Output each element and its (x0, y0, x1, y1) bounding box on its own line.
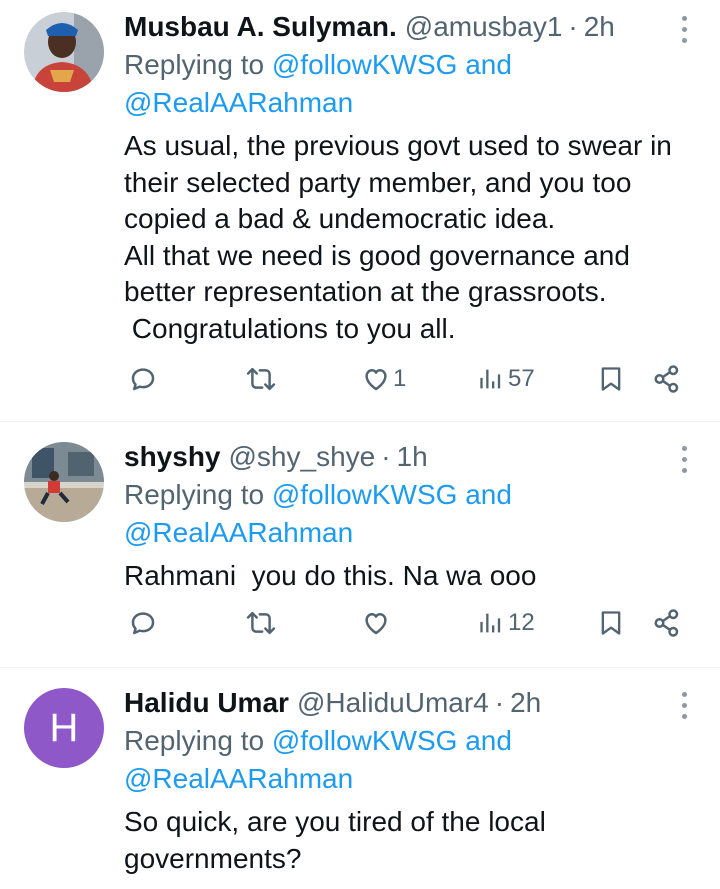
tweet-header: Halidu Umar @HaliduUmar4 · 2h (124, 686, 706, 720)
retweet-button[interactable] (245, 608, 277, 638)
mention-followkwsg[interactable]: @followKWSG (272, 479, 458, 510)
more-options-icon[interactable] (680, 692, 688, 722)
tweet-text: As usual, the previous govt used to swea… (124, 130, 672, 344)
like-button[interactable] (361, 608, 391, 638)
mention-followkwsg[interactable]: @followKWSG (272, 49, 458, 80)
mention-and[interactable]: and (465, 479, 512, 510)
mention-and[interactable]: and (465, 725, 512, 756)
tweet-1[interactable]: Musbau A. Sulyman. @amusbay1 · 2h Replyi… (0, 0, 720, 422)
bookmark-icon (601, 367, 621, 391)
author-handle[interactable]: @shy_shye (229, 440, 376, 474)
like-count: 1 (393, 365, 407, 392)
tweet-2[interactable]: shyshy @shy_shye · 1h Replying to @follo… (0, 422, 720, 668)
timestamp[interactable]: 2h (584, 10, 615, 44)
reply-button[interactable] (128, 608, 158, 638)
replying-to: Replying to @followKWSG and @RealAARahma… (124, 46, 706, 122)
mention-and[interactable]: and (465, 49, 512, 80)
tweet-header: shyshy @shy_shye · 1h (124, 440, 706, 474)
separator-dot: · (568, 11, 578, 42)
heart-icon (365, 613, 387, 635)
reply-icon (131, 612, 155, 635)
separator-dot: · (494, 687, 505, 718)
views-count: 12 (508, 609, 535, 636)
tweet-3[interactable]: H Halidu Umar @HaliduUmar4 · 2h Replying… (0, 668, 720, 889)
share-icon (654, 365, 679, 393)
action-bar: 1 57 (0, 364, 720, 404)
author-handle[interactable]: @HaliduUmar4 (297, 686, 489, 720)
retweet-icon (246, 367, 276, 391)
author-handle[interactable]: @amusbay1 (405, 10, 563, 44)
replying-prefix: Replying to (124, 479, 265, 510)
avatar-halidu[interactable]: H (24, 688, 104, 768)
share-button[interactable] (652, 364, 682, 394)
views-button[interactable]: 12 (478, 608, 535, 638)
bookmark-button[interactable] (597, 364, 625, 394)
replying-prefix: Replying to (124, 49, 265, 80)
share-icon (654, 609, 679, 637)
reply-button[interactable] (128, 364, 158, 394)
tweet-text: Rahmani you do this. Na wa ooo (124, 560, 537, 591)
mention-realaarahman[interactable]: @RealAARahman (124, 87, 353, 118)
replying-prefix: Replying to (124, 725, 265, 756)
views-count: 57 (508, 365, 535, 392)
replying-to: Replying to @followKWSG and @RealAARahma… (124, 722, 706, 798)
mention-followkwsg[interactable]: @followKWSG (272, 725, 458, 756)
timestamp[interactable]: 2h (510, 686, 541, 720)
author-name[interactable]: shyshy (124, 440, 221, 474)
avatar-letter: H (49, 705, 79, 750)
bookmark-icon (601, 611, 621, 635)
timestamp[interactable]: 1h (397, 440, 428, 474)
mention-realaarahman[interactable]: @RealAARahman (124, 517, 353, 548)
replying-to: Replying to @followKWSG and @RealAARahma… (124, 476, 706, 552)
author-name[interactable]: Musbau A. Sulyman. (124, 10, 397, 44)
action-bar: 12 (0, 608, 720, 648)
analytics-icon (480, 369, 501, 389)
tweet-text: So quick, are you tired of the local gov… (124, 806, 546, 874)
avatar-musbau[interactable] (24, 12, 104, 92)
retweet-button[interactable] (245, 364, 277, 394)
reply-icon (131, 368, 155, 391)
analytics-icon (480, 613, 501, 633)
author-name[interactable]: Halidu Umar (124, 686, 289, 720)
avatar-shyshy[interactable] (24, 442, 104, 522)
share-button[interactable] (652, 608, 682, 638)
mention-realaarahman[interactable]: @RealAARahman (124, 763, 353, 794)
like-button[interactable]: 1 (361, 364, 406, 394)
bookmark-button[interactable] (597, 608, 625, 638)
separator-dot: · (381, 441, 391, 472)
heart-icon (365, 369, 387, 391)
views-button[interactable]: 57 (478, 364, 535, 394)
tweet-header: Musbau A. Sulyman. @amusbay1 · 2h (124, 10, 706, 44)
more-options-icon[interactable] (680, 446, 688, 476)
more-options-icon[interactable] (680, 16, 688, 46)
retweet-icon (246, 611, 276, 635)
